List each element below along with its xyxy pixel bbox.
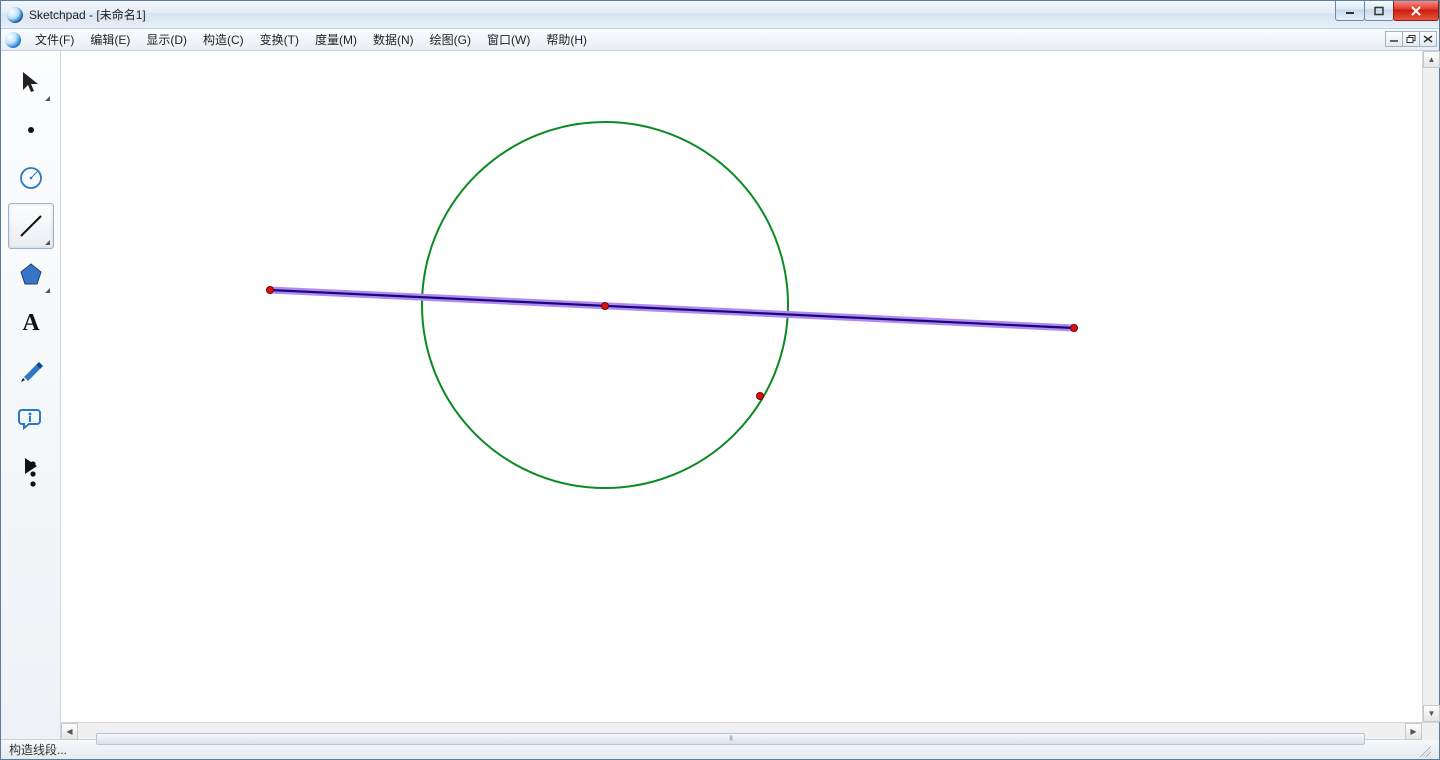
menu-graph[interactable]: 绘图(G) bbox=[422, 29, 479, 50]
tool-marker[interactable] bbox=[8, 347, 54, 393]
point-A[interactable] bbox=[266, 286, 274, 294]
menu-construct[interactable]: 构造(C) bbox=[195, 29, 252, 50]
hscroll-thumb[interactable] bbox=[96, 733, 1365, 745]
close-icon bbox=[1410, 6, 1422, 16]
info-icon bbox=[17, 404, 45, 432]
menu-transform[interactable]: 变换(T) bbox=[252, 29, 307, 50]
point-D[interactable] bbox=[756, 392, 764, 400]
mdi-close-button[interactable] bbox=[1419, 31, 1437, 47]
close-icon bbox=[1423, 35, 1433, 43]
horizontal-scrollbar[interactable]: ◀ ▶ bbox=[61, 722, 1439, 739]
points-layer bbox=[61, 51, 1439, 722]
app-icon bbox=[7, 7, 23, 23]
mdi-minimize-button[interactable] bbox=[1385, 31, 1403, 47]
maximize-button[interactable] bbox=[1364, 1, 1394, 21]
menu-edit[interactable]: 编辑(E) bbox=[82, 29, 138, 50]
maximize-icon bbox=[1373, 6, 1385, 16]
menu-display[interactable]: 显示(D) bbox=[138, 29, 195, 50]
scroll-up-button[interactable]: ▲ bbox=[1423, 51, 1440, 68]
marker-icon bbox=[17, 356, 45, 384]
point-icon bbox=[17, 116, 45, 144]
restore-icon bbox=[1406, 35, 1416, 43]
menu-data[interactable]: 数据(N) bbox=[365, 29, 422, 50]
sketch-canvas[interactable] bbox=[61, 51, 1439, 722]
menu-help[interactable]: 帮助(H) bbox=[538, 29, 595, 50]
mdi-restore-button[interactable] bbox=[1402, 31, 1420, 47]
flyout-icon bbox=[45, 240, 50, 245]
document-icon[interactable] bbox=[5, 32, 21, 48]
polygon-icon bbox=[17, 260, 45, 288]
tool-polygon[interactable] bbox=[8, 251, 54, 297]
menu-window[interactable]: 窗口(W) bbox=[479, 29, 538, 50]
dots-icon bbox=[19, 460, 47, 488]
tool-custom[interactable] bbox=[8, 443, 54, 489]
close-button[interactable] bbox=[1393, 1, 1439, 21]
point-B[interactable] bbox=[601, 302, 609, 310]
flyout-icon bbox=[45, 96, 50, 101]
titlebar[interactable]: Sketchpad - [未命名1] bbox=[1, 1, 1439, 29]
tool-compass[interactable] bbox=[8, 155, 54, 201]
tool-selection-arrow[interactable] bbox=[8, 59, 54, 105]
scroll-left-button[interactable]: ◀ bbox=[61, 723, 78, 740]
scroll-right-button[interactable]: ▶ bbox=[1405, 723, 1422, 740]
text-icon: A bbox=[17, 308, 45, 336]
point-C[interactable] bbox=[1070, 324, 1078, 332]
scroll-down-button[interactable]: ▼ bbox=[1423, 705, 1440, 722]
window-controls bbox=[1336, 1, 1439, 21]
vscroll-track[interactable] bbox=[1423, 68, 1439, 705]
vertical-scrollbar[interactable]: ▲ ▼ bbox=[1422, 51, 1439, 722]
resize-grip[interactable] bbox=[1417, 743, 1431, 757]
status-text: 构造线段... bbox=[9, 741, 67, 758]
segment-icon bbox=[17, 212, 45, 240]
canvas-wrap: ▲ ▼ ◀ ▶ bbox=[61, 51, 1439, 739]
menu-measure[interactable]: 度量(M) bbox=[307, 29, 365, 50]
minimize-button[interactable] bbox=[1335, 1, 1365, 21]
flyout-icon bbox=[45, 288, 50, 293]
window-title: Sketchpad - [未命名1] bbox=[29, 6, 146, 23]
minimize-icon bbox=[1389, 35, 1399, 43]
tool-text[interactable]: A bbox=[8, 299, 54, 345]
scroll-corner bbox=[1422, 723, 1439, 740]
mdi-controls bbox=[1386, 31, 1437, 47]
svg-text:A: A bbox=[22, 310, 40, 336]
menu-file[interactable]: 文件(F) bbox=[27, 29, 82, 50]
compass-icon bbox=[17, 164, 45, 192]
tool-segment[interactable] bbox=[8, 203, 54, 249]
arrow-icon bbox=[17, 68, 45, 96]
minimize-icon bbox=[1344, 6, 1356, 16]
toolbox: A bbox=[1, 51, 61, 739]
menubar: 文件(F) 编辑(E) 显示(D) 构造(C) 变换(T) 度量(M) 数据(N… bbox=[1, 29, 1439, 51]
tool-point[interactable] bbox=[8, 107, 54, 153]
app-window: Sketchpad - [未命名1] 文件(F) 编辑(E) 显示(D) 构造(… bbox=[0, 0, 1440, 760]
tool-info[interactable] bbox=[8, 395, 54, 441]
workspace: A bbox=[1, 51, 1439, 739]
